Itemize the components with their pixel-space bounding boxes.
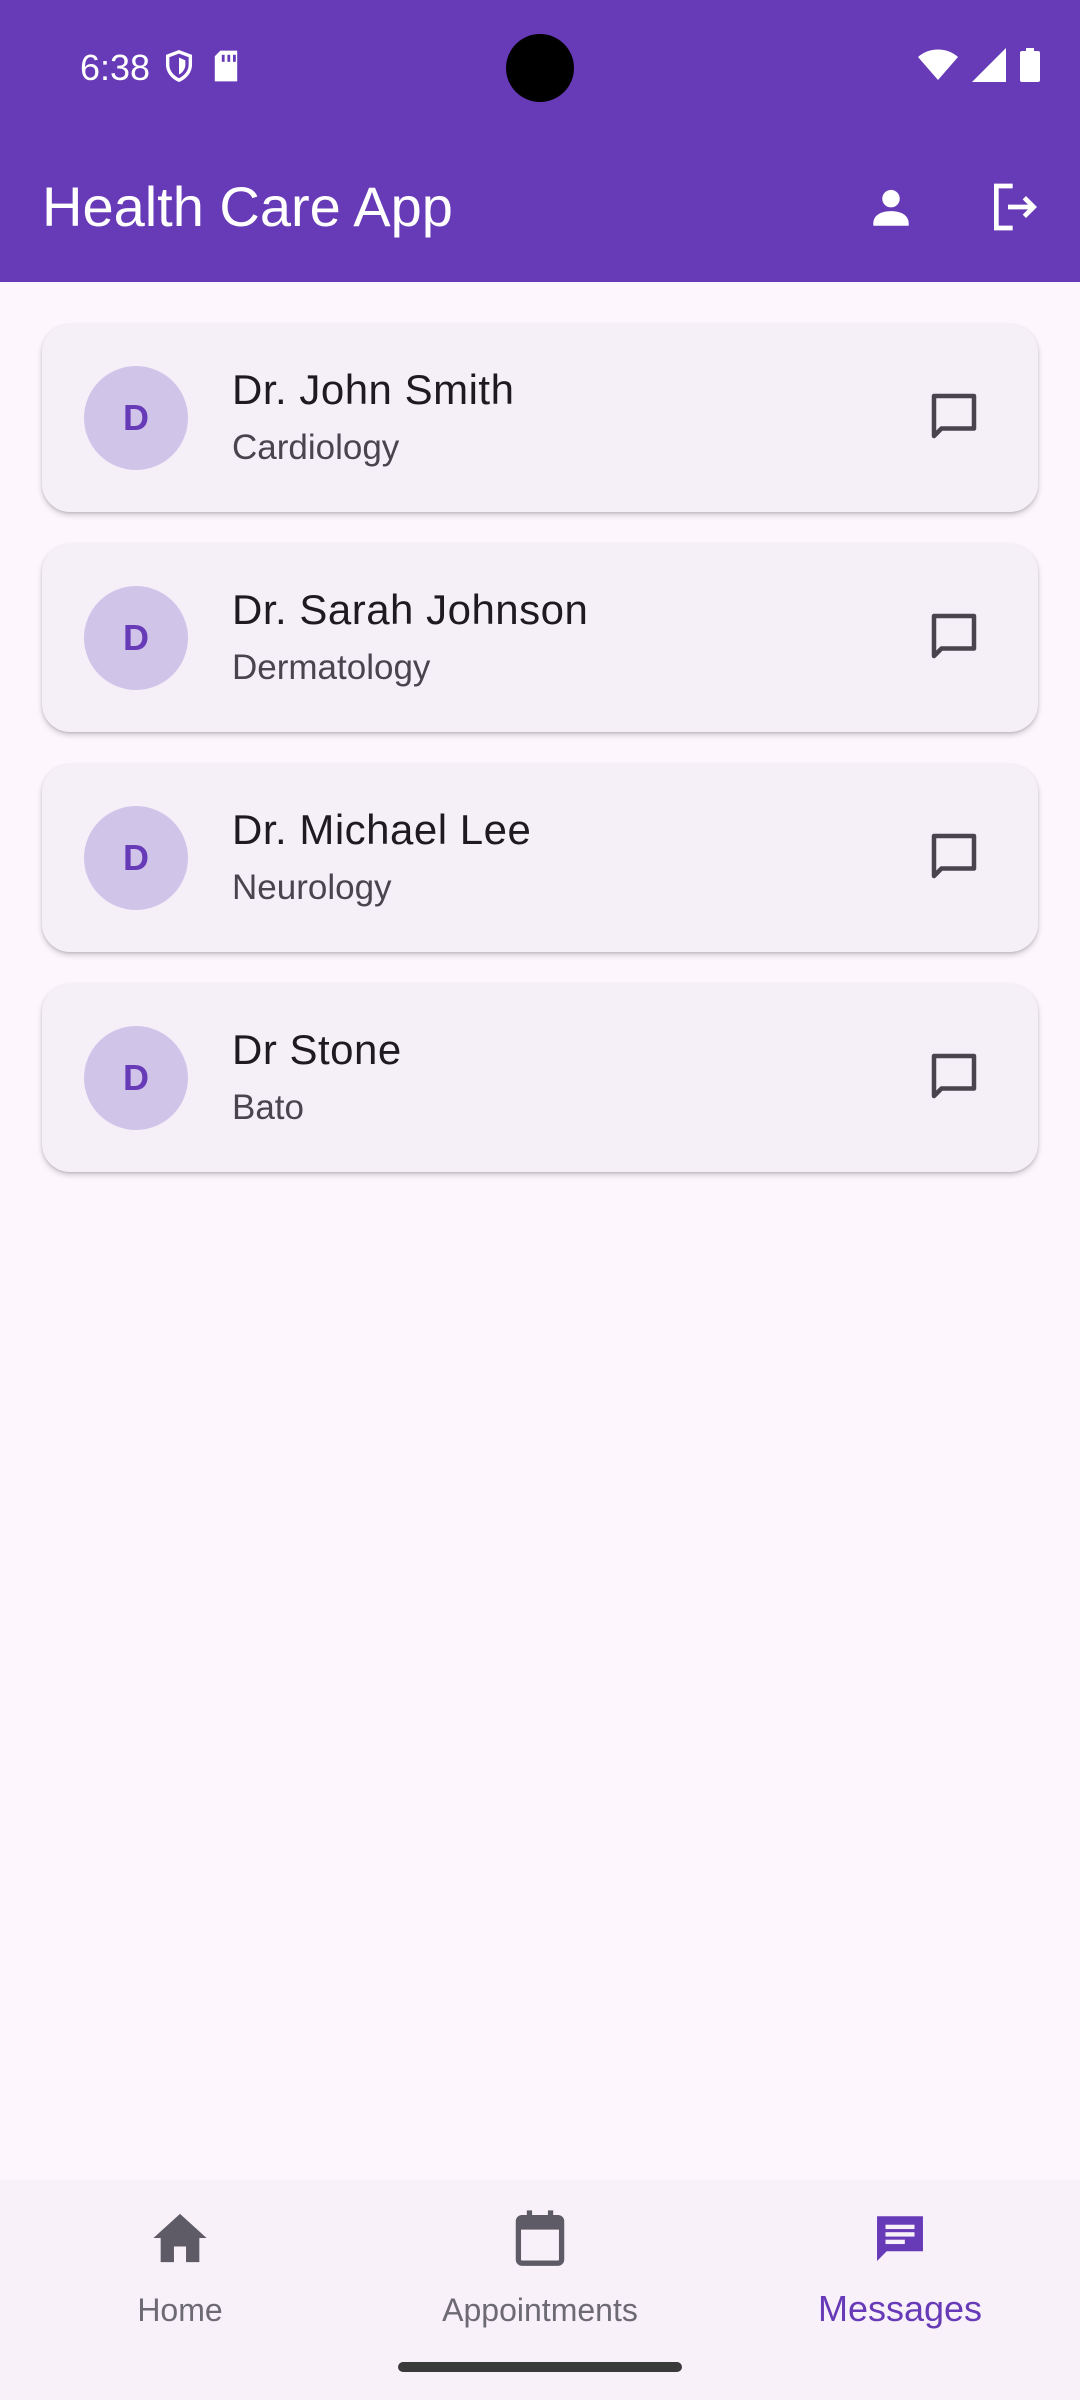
chat-button[interactable] [916, 380, 992, 456]
doctor-card[interactable]: D Dr. Michael Lee Neurology [42, 764, 1038, 952]
profile-button[interactable] [846, 164, 936, 254]
avatar: D [84, 366, 188, 470]
home-indicator[interactable] [398, 2362, 682, 2372]
chat-button[interactable] [916, 1040, 992, 1116]
chat-bubble-icon [924, 386, 984, 451]
doctor-specialty: Bato [232, 1088, 304, 1127]
avatar: D [84, 586, 188, 690]
profile-icon [866, 182, 916, 237]
wifi-icon [918, 49, 958, 86]
chat-bubble-icon [924, 606, 984, 671]
chat-button[interactable] [916, 600, 992, 676]
status-time: 6:38 [80, 47, 151, 88]
app-bar: Health Care App [0, 136, 1080, 282]
sd-card-icon [212, 49, 240, 88]
chat-bubble-icon [924, 1046, 984, 1111]
calendar-icon [508, 2206, 572, 2270]
chat-button[interactable] [916, 820, 992, 896]
doctor-card[interactable]: D Dr. John Smith Cardiology [42, 324, 1038, 512]
home-icon [148, 2206, 212, 2270]
status-bar: 6:38 [0, 0, 1080, 136]
nav-label: Messages [817, 2288, 983, 2329]
message-icon [868, 2206, 932, 2270]
chat-bubble-icon [924, 826, 984, 891]
camera-cutout [506, 34, 574, 102]
battery-icon [1020, 48, 1040, 87]
nav-item-home[interactable]: Home [0, 2180, 360, 2400]
nav-label: Home [137, 2292, 223, 2328]
shield-icon [162, 48, 196, 89]
doctor-specialty: Cardiology [232, 428, 400, 467]
signal-icon [972, 48, 1006, 87]
doctor-name: Dr. Sarah Johnson [232, 586, 589, 633]
doctor-name: Dr. Michael Lee [232, 806, 532, 853]
logout-icon [987, 179, 1043, 240]
app-title: Health Care App [42, 175, 453, 238]
avatar: D [84, 1026, 188, 1130]
avatar: D [84, 806, 188, 910]
doctor-card[interactable]: D Dr Stone Bato [42, 984, 1038, 1172]
doctor-specialty: Dermatology [232, 648, 431, 687]
doctor-name: Dr Stone [232, 1026, 402, 1073]
nav-label: Appointments [442, 2292, 638, 2328]
logout-button[interactable] [970, 164, 1060, 254]
doctor-card[interactable]: D Dr. Sarah Johnson Dermatology [42, 544, 1038, 732]
doctor-name: Dr. John Smith [232, 366, 515, 413]
doctor-specialty: Neurology [232, 868, 392, 907]
nav-item-messages[interactable]: Messages [720, 2180, 1080, 2400]
